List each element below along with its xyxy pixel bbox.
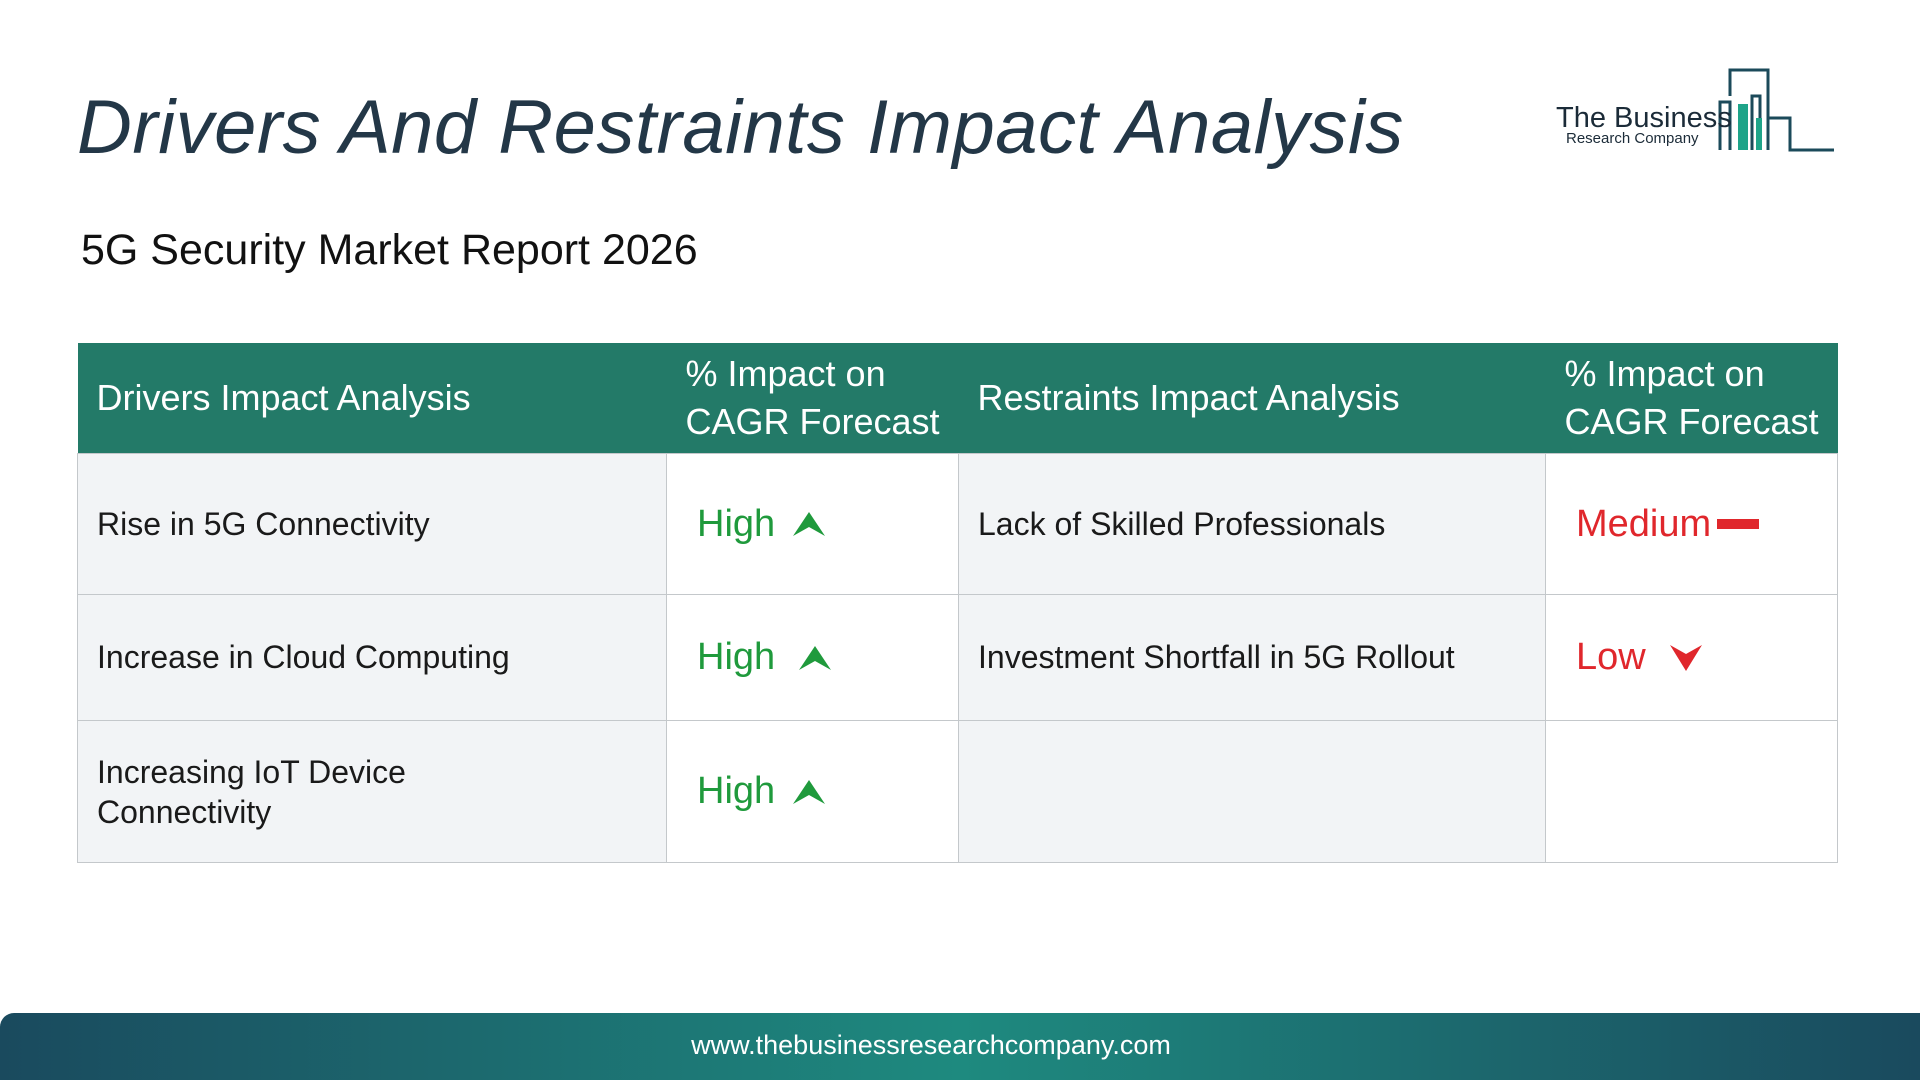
restraint-cell <box>958 720 1546 863</box>
arrow-up-icon <box>793 512 826 536</box>
arrow-up-icon <box>799 645 832 670</box>
driver-impact-cell: High <box>666 594 959 721</box>
driver-label: Increasing IoT Device Connectivity <box>97 753 406 830</box>
arrow-up-icon <box>793 779 826 804</box>
driver-cell: Increase in Cloud Computing <box>77 594 667 721</box>
driver-impact-cell: High <box>666 453 959 595</box>
header-driver-impact: % Impact on CAGR Forecast <box>666 343 959 454</box>
impact-level: High <box>697 636 776 678</box>
report-subtitle: 5G Security Market Report 2026 <box>81 226 698 274</box>
driver-cell: Rise in 5G Connectivity <box>77 453 667 595</box>
driver-cell: Increasing IoT Device Connectivity <box>77 720 667 863</box>
restraint-impact-cell: Medium <box>1545 453 1838 595</box>
impact-level: Medium <box>1576 502 1712 545</box>
footer-url[interactable]: www.thebusinessresearchcompany.com <box>0 1030 1862 1061</box>
restraint-cell: Lack of Skilled Professionals <box>958 453 1546 595</box>
table-row: Rise in 5G Connectivity High Lack of Ski… <box>77 453 1838 595</box>
page-title: Drivers And Restraints Impact Analysis <box>77 85 1404 170</box>
driver-impact-cell: High <box>666 720 959 863</box>
header-drivers: Drivers Impact Analysis <box>77 343 667 454</box>
impact-level: High <box>697 502 776 545</box>
footer-bar: www.thebusinessresearchcompany.com <box>0 1013 1920 1080</box>
dash-icon <box>1717 519 1760 529</box>
restraint-impact-cell: Low <box>1545 594 1838 721</box>
restraint-impact-cell <box>1545 720 1838 863</box>
company-logo: The Business Research Company <box>1552 66 1836 156</box>
table-header-row: Drivers Impact Analysis % Impact on CAGR… <box>77 343 1838 454</box>
table-row: Increase in Cloud Computing High Investm… <box>77 594 1838 721</box>
logo-sub: Research Company <box>1566 130 1699 147</box>
header-restraints: Restraints Impact Analysis <box>958 343 1546 454</box>
restraint-cell: Investment Shortfall in 5G Rollout <box>958 594 1546 721</box>
arrow-down-icon <box>1669 644 1702 671</box>
header-restraint-impact: % Impact on CAGR Forecast <box>1545 343 1838 454</box>
table-row: Increasing IoT Device Connectivity High <box>77 720 1838 863</box>
impact-level: Low <box>1576 636 1646 678</box>
impact-table: Drivers Impact Analysis % Impact on CAGR… <box>77 343 1838 863</box>
impact-level: High <box>697 770 776 812</box>
